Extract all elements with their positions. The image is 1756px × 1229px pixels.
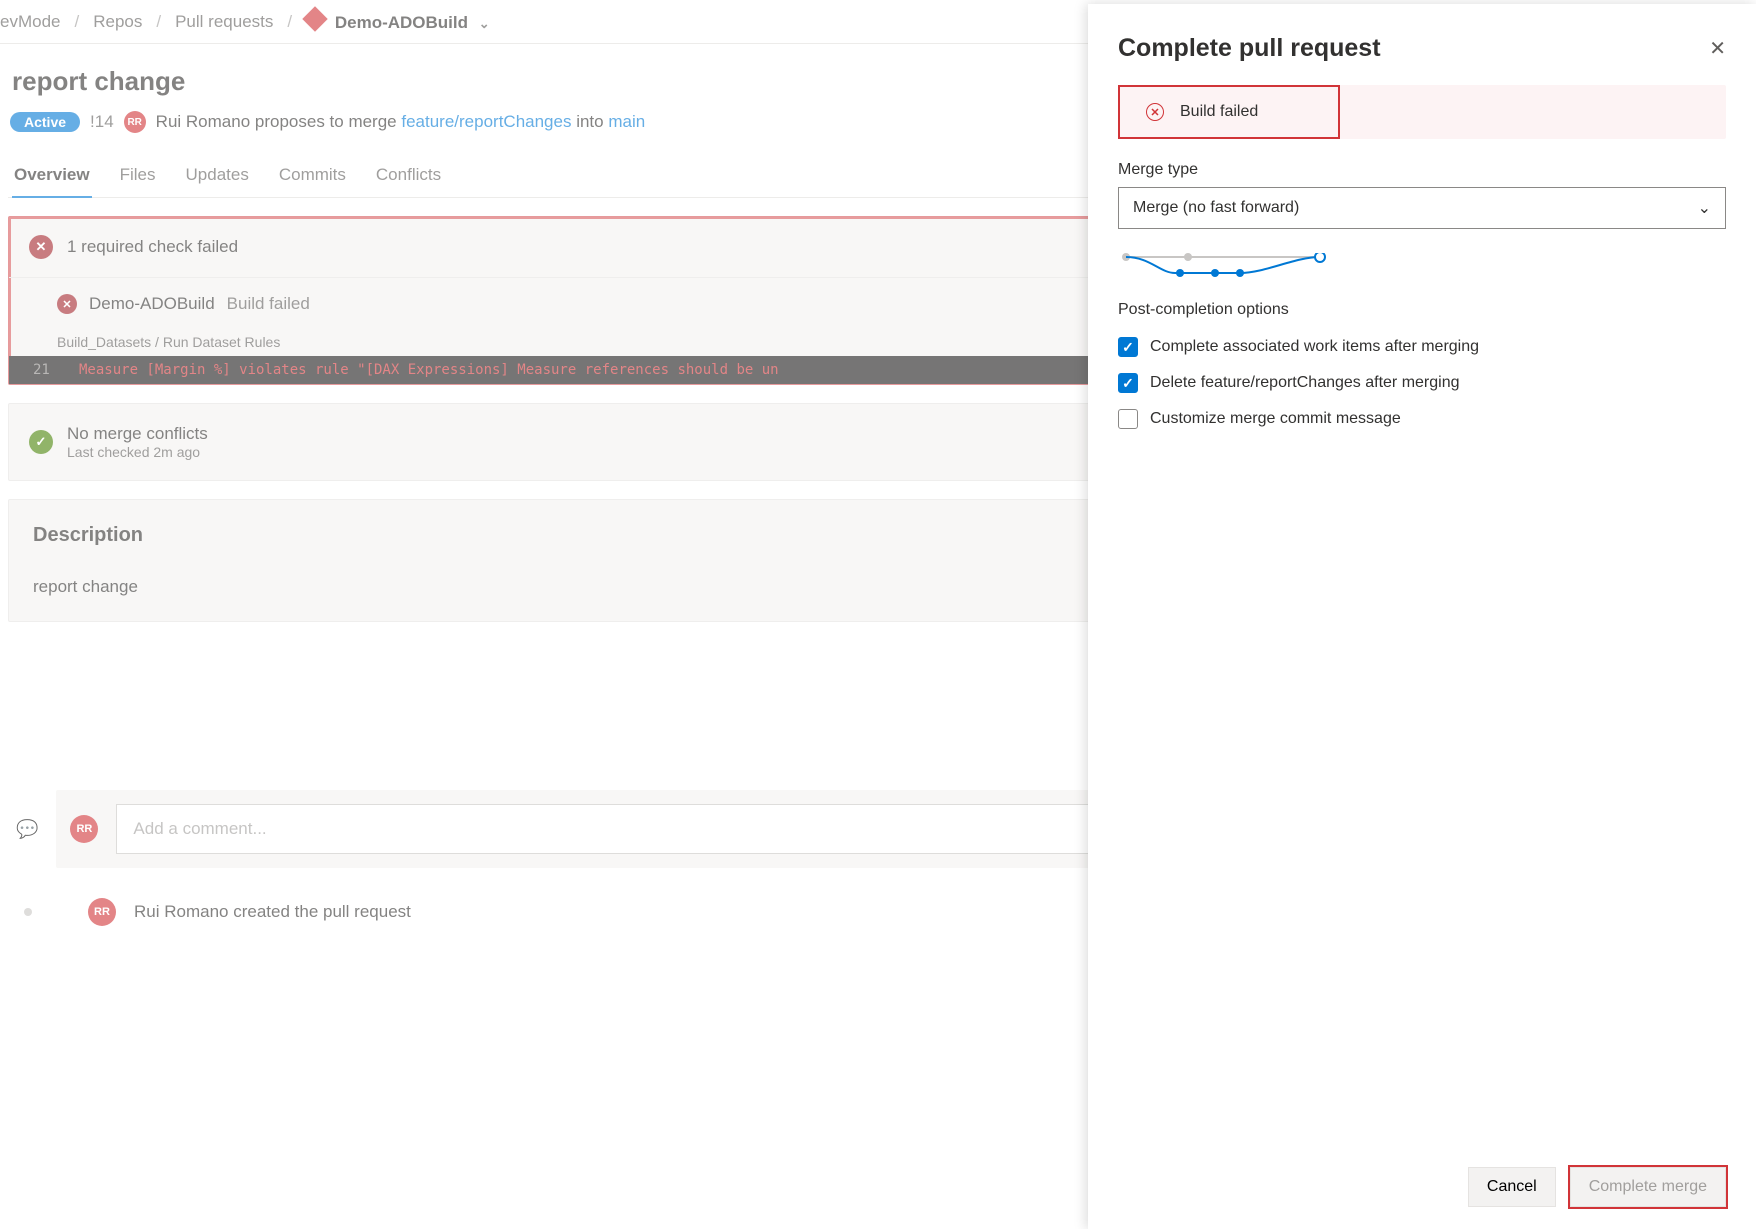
option-delete-branch[interactable]: ✓ Delete feature/reportChanges after mer… xyxy=(1118,373,1726,393)
source-branch-link[interactable]: feature/reportChanges xyxy=(401,112,571,131)
complete-merge-button[interactable]: Complete merge xyxy=(1570,1167,1726,1207)
author-line: Rui Romano proposes to merge xyxy=(156,112,402,131)
repo-icon xyxy=(302,6,327,31)
timeline-created-event: Rui Romano created the pull request xyxy=(134,902,411,922)
crumb-repo-current[interactable]: Demo-ADOBuild ⌄ xyxy=(306,10,490,33)
log-text: Measure [Margin %] violates rule "[DAX E… xyxy=(79,362,779,378)
pr-id: !14 xyxy=(90,112,114,132)
pipeline-name: Demo-ADOBuild xyxy=(89,294,215,314)
timeline-dot-icon xyxy=(24,908,32,916)
breadcrumb-sep: / xyxy=(287,12,292,32)
target-branch-link[interactable]: main xyxy=(608,112,645,131)
crumb-repos[interactable]: Repos xyxy=(93,12,142,32)
option-delete-label: Delete feature/reportChanges after mergi… xyxy=(1150,374,1460,392)
crumb-pullrequests[interactable]: Pull requests xyxy=(175,12,273,32)
merge-sentence: Rui Romano proposes to merge feature/rep… xyxy=(156,112,646,132)
panel-title: Complete pull request xyxy=(1118,34,1381,63)
complete-pr-panel: Complete pull request ✕ ✕ Build failed M… xyxy=(1088,4,1756,1229)
tab-updates[interactable]: Updates xyxy=(184,155,251,197)
log-line-number: 21 xyxy=(33,362,50,378)
success-icon: ✓ xyxy=(29,430,53,454)
tab-conflicts[interactable]: Conflicts xyxy=(374,155,443,197)
breadcrumb-sep: / xyxy=(156,12,161,32)
checkbox-unchecked-icon[interactable] xyxy=(1118,409,1138,429)
checkbox-checked-icon[interactable]: ✓ xyxy=(1118,337,1138,357)
post-completion-label: Post-completion options xyxy=(1118,301,1726,319)
option-workitems-label: Complete associated work items after mer… xyxy=(1150,338,1479,356)
status-badge: Active xyxy=(10,112,80,132)
cancel-button[interactable]: Cancel xyxy=(1468,1167,1556,1207)
chevron-down-icon: ⌄ xyxy=(1698,198,1711,218)
crumb-repo-label: Demo-ADOBuild xyxy=(335,13,468,32)
merge-type-label: Merge type xyxy=(1118,161,1726,179)
discussion-icon: 💬 xyxy=(16,819,38,840)
tab-files[interactable]: Files xyxy=(118,155,158,197)
fail-icon: ✕ xyxy=(29,235,53,259)
breadcrumb-sep: / xyxy=(74,12,79,32)
merge-graph-icon xyxy=(1120,253,1330,277)
merge-conflicts-subtitle: Last checked 2m ago xyxy=(67,444,208,460)
checks-summary: 1 required check failed xyxy=(67,237,238,257)
build-failed-alert: ✕ Build failed xyxy=(1118,85,1726,139)
merge-conflicts-title: No merge conflicts xyxy=(67,424,208,444)
into-text: into xyxy=(571,112,608,131)
event-avatar[interactable]: RR xyxy=(88,898,116,926)
crumb-project[interactable]: evMode xyxy=(0,12,60,32)
pipeline-status: Build failed xyxy=(227,294,310,314)
fail-icon: ✕ xyxy=(57,294,77,314)
checkbox-checked-icon[interactable]: ✓ xyxy=(1118,373,1138,393)
tab-overview[interactable]: Overview xyxy=(12,155,92,197)
option-complete-workitems[interactable]: ✓ Complete associated work items after m… xyxy=(1118,337,1726,357)
tab-commits[interactable]: Commits xyxy=(277,155,348,197)
close-button[interactable]: ✕ xyxy=(1709,36,1726,61)
merge-type-select[interactable]: Merge (no fast forward) ⌄ xyxy=(1118,187,1726,229)
chevron-down-icon[interactable]: ⌄ xyxy=(479,16,490,31)
option-customize-label: Customize merge commit message xyxy=(1150,410,1401,428)
author-avatar[interactable]: RR xyxy=(124,111,146,133)
current-user-avatar[interactable]: RR xyxy=(70,815,98,843)
option-customize-message[interactable]: Customize merge commit message xyxy=(1118,409,1726,429)
merge-type-value: Merge (no fast forward) xyxy=(1133,199,1299,217)
close-icon: ✕ xyxy=(1709,38,1726,60)
